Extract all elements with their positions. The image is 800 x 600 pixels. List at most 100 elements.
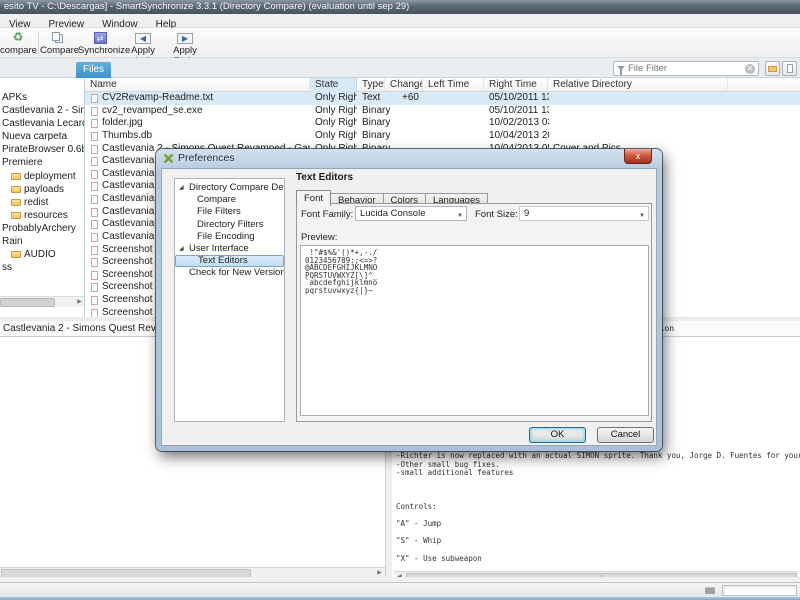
cell-type: Binary [362, 104, 391, 116]
readme-text: -Richter is now replaced with an actual … [396, 451, 800, 563]
apply-left-icon: ◀ [135, 33, 151, 44]
apply-left-button[interactable]: ◀ Apply Left [124, 29, 162, 67]
scrollbar-thumb[interactable] [0, 298, 55, 307]
table-row[interactable]: Thumbs.db Only Right Binary 10/04/2013 2… [85, 130, 800, 143]
folder-tree-item[interactable]: Rain [0, 235, 84, 248]
cell-type: Binary [362, 129, 391, 141]
preferences-tree-item[interactable]: ◢Compare [175, 194, 284, 206]
file-icon [91, 94, 98, 103]
cell-name: folder.jpg [102, 117, 143, 129]
font-preview-box: !"#$%&'()*+,-./0123456789:;<=>? @ABCDEFGH… [300, 245, 649, 416]
dialog-close-button[interactable]: x [624, 149, 652, 164]
filter-clear-icon[interactable]: ✕ [745, 64, 755, 74]
column-header-right-time[interactable]: Right Time [484, 78, 548, 92]
preferences-tree-item[interactable]: ◢File Encoding [175, 231, 284, 243]
cell-name: CV2Revamp-Readme.txt [102, 92, 214, 103]
ok-button[interactable]: OK [529, 427, 586, 443]
preferences-tree-item[interactable]: ◢ User Interface [175, 243, 284, 255]
folder-tree-item[interactable]: APKs [0, 91, 84, 104]
folder-tree-item[interactable]: AUDIO [0, 248, 84, 261]
column-header-relative-directory[interactable]: Relative Directory [548, 78, 728, 92]
cancel-button[interactable]: Cancel [597, 427, 654, 443]
compare-button[interactable]: Compare [40, 29, 79, 57]
scroll-left-arrow-icon[interactable]: ◀ [394, 573, 405, 577]
preview-line: pqrstuvwxyz{|}~ [305, 285, 373, 295]
dialog-tab[interactable]: Font [296, 190, 332, 206]
tree-item-label: File Encoding [197, 230, 255, 242]
folder-tree-item[interactable]: Castlevania 2 - Simons [0, 104, 84, 117]
scrollbar-thumb[interactable]: ≡ [406, 573, 797, 577]
file-icon [91, 169, 98, 179]
folder-tree-item[interactable]: Nueva carpeta [0, 130, 84, 143]
folder-tree-item[interactable]: payloads [0, 183, 84, 196]
left-panel-horizontal-scrollbar[interactable]: ▶ [0, 567, 385, 577]
file-icon [787, 64, 793, 73]
folder-tree-item[interactable]: PirateBrowser 0.6b [0, 143, 84, 156]
synchronize-button[interactable]: ⇄ Synchronize [78, 29, 130, 57]
folder-tree-item[interactable]: redist [0, 196, 84, 209]
cell-right-time: 10/02/2013 03:09 [489, 117, 549, 129]
tab-row: Files ✕ [0, 58, 800, 78]
tree-horizontal-scrollbar[interactable]: ▶ [0, 296, 84, 307]
folder-tree-item[interactable]: Castlevania Lecarde [0, 117, 84, 130]
preferences-tree-item[interactable]: ◢ Directory Compare Defaults [175, 182, 284, 194]
cell-right-time: 10/04/2013 20:03 [489, 129, 549, 141]
file-icon [91, 119, 98, 129]
expand-triangle-icon: ◢ [179, 185, 184, 191]
preferences-tree-item[interactable]: ◢Directory Filters [175, 219, 284, 231]
preferences-tree-item[interactable]: ◢File Filters [175, 206, 284, 218]
folder-tree-label: APKs [2, 92, 28, 103]
file-icon [91, 283, 98, 293]
apply-right-button[interactable]: ▶ Apply Right [164, 29, 206, 67]
folder-tree-label: ProbablyArchery [2, 222, 76, 234]
folder-tree-item[interactable]: deployment [0, 170, 84, 183]
status-plug-icon [705, 587, 715, 594]
table-row[interactable]: cv2_revamped_se.exe Only Right Binary 05… [85, 105, 800, 118]
scrollbar-thumb[interactable] [1, 569, 251, 577]
folder-icon [11, 198, 21, 206]
menu-bar: View Preview Window Help [0, 14, 800, 30]
readme-line: -small additional features [396, 468, 514, 478]
recompare-button[interactable]: ♻ compare [0, 29, 37, 57]
readme-line: "S" - Whip [396, 536, 442, 546]
right-panel-horizontal-scrollbar[interactable]: ◀ ≡ [394, 571, 798, 577]
preferences-tree-item[interactable]: ◢Text Editors [175, 255, 284, 268]
new-file-button[interactable] [782, 61, 797, 76]
font-family-select[interactable]: Lucida Console ▼ [355, 206, 467, 221]
compare-icon [52, 32, 64, 44]
folder-tree-label: payloads [24, 183, 65, 195]
scroll-right-arrow-icon[interactable]: ▶ [374, 569, 385, 577]
folder-icon [768, 66, 777, 72]
folder-tree-label: ss [2, 262, 12, 274]
folder-icon [11, 185, 21, 193]
file-filter-input[interactable] [628, 62, 746, 75]
font-size-select[interactable]: 9 ▼ [519, 206, 649, 221]
scroll-right-arrow-icon[interactable]: ▶ [74, 298, 84, 307]
folder-tree-item[interactable]: resources [0, 209, 84, 222]
open-folder-button[interactable] [765, 61, 780, 76]
file-icon [91, 296, 98, 305]
column-header-state[interactable]: ▲ State [310, 78, 357, 92]
column-header-left-time[interactable]: Left Time [423, 78, 484, 92]
folder-tree-item[interactable]: ss [0, 261, 84, 274]
folder-tree-item[interactable]: Premiere [0, 156, 84, 169]
dialog-body: ◢Directory Compare Defaults ◢Compare ◢Fi… [161, 168, 657, 446]
window-title: esito TV - C:\Descargas] - SmartSynchron… [4, 1, 410, 12]
editor-tabs: Font Behavior Colors Languages [296, 188, 488, 206]
column-header-changes[interactable]: Changes [385, 78, 423, 92]
tab-files[interactable]: Files [76, 62, 112, 78]
table-row[interactable]: folder.jpg Only Right Binary 10/02/2013 … [85, 117, 800, 130]
dialog-titlebar[interactable]: Preferences x [156, 149, 662, 168]
font-tab-panel: Font Family: Lucida Console ▼ Font Size:… [296, 203, 652, 422]
column-header-name[interactable]: Name [85, 78, 310, 92]
cell-changes: +60 [402, 92, 419, 103]
recompare-icon: ♻ [12, 30, 24, 44]
preferences-tree-item[interactable]: ◢Check for New Version [175, 267, 284, 279]
cell-state: Only Right [315, 117, 357, 129]
table-row[interactable]: CV2Revamp-Readme.txt Only Right Text +60… [85, 92, 800, 105]
cell-right-time: 05/10/2011 13:57 [489, 92, 549, 103]
column-header-type[interactable]: Type [357, 78, 385, 92]
sort-arrow-icon: ▲ [330, 80, 336, 86]
folder-tree-item[interactable]: ProbablyArchery [0, 222, 84, 235]
file-filter-box: ✕ [613, 61, 759, 76]
